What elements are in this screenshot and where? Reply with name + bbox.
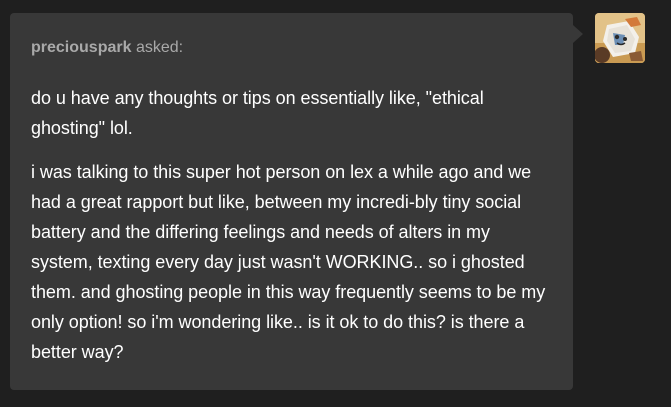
ask-post: preciouspark asked: do u have any though… — [0, 0, 671, 407]
asker-avatar[interactable] — [595, 13, 645, 63]
asker-avatar-illustration-icon — [595, 13, 645, 63]
question-body: do u have any thoughts or tips on essent… — [31, 83, 551, 367]
asker-line: preciouspark asked: — [31, 38, 551, 58]
ask-bubble: preciouspark asked: do u have any though… — [10, 13, 573, 390]
question-paragraph: i was talking to this super hot person o… — [31, 162, 546, 362]
bubble-pointer — [573, 25, 583, 43]
question-paragraph: do u have any thoughts or tips on essent… — [31, 88, 484, 138]
asked-label: asked: — [135, 39, 184, 56]
asker-name-link[interactable]: preciouspark — [31, 39, 131, 56]
